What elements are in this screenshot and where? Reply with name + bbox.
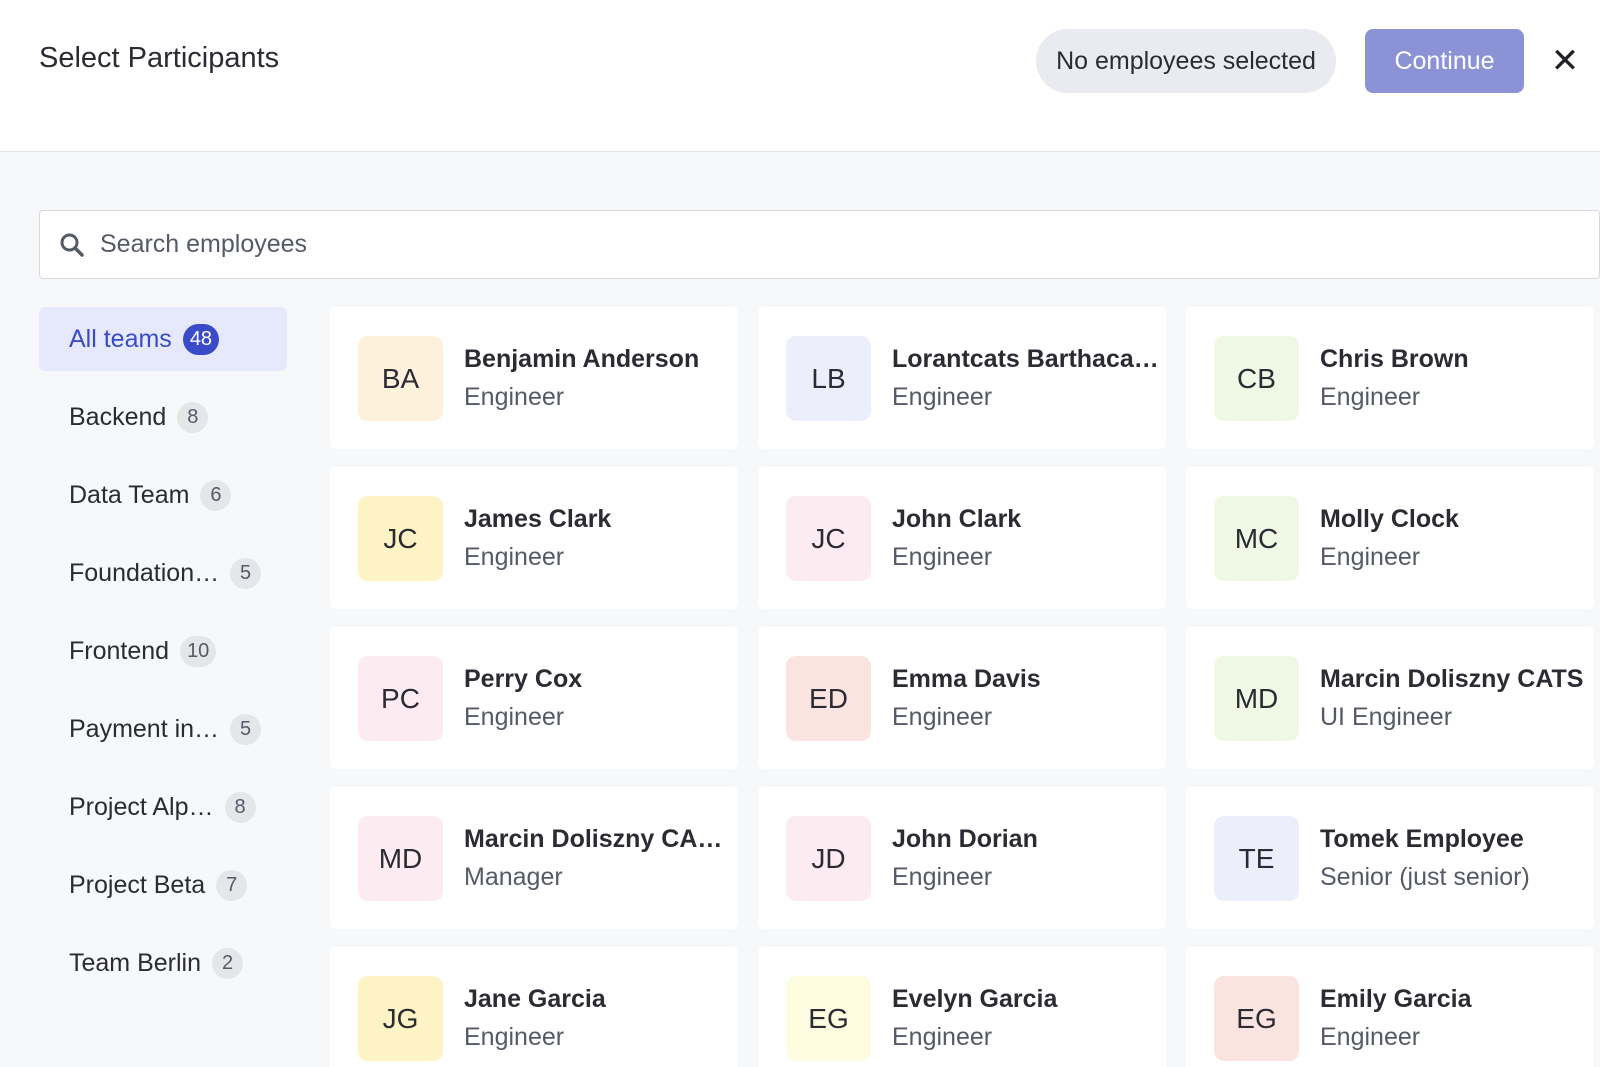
team-count-badge: 7 <box>216 869 248 901</box>
employee-card[interactable]: JD John Dorian Engineer <box>758 787 1166 929</box>
team-filter-label: All teams <box>69 324 172 353</box>
team-count-badge: 6 <box>200 479 232 511</box>
employee-card[interactable]: JG Jane Garcia Engineer <box>330 947 738 1067</box>
team-count-badge: 8 <box>224 791 256 823</box>
employee-name: John Clark <box>892 505 1022 533</box>
employee-name: Benjamin Anderson <box>464 345 700 373</box>
employee-name: Emily Garcia <box>1320 985 1472 1013</box>
team-count-badge: 5 <box>230 713 262 745</box>
team-filter-item[interactable]: All teams 48 <box>39 307 287 371</box>
team-count-badge: 10 <box>180 635 217 667</box>
employee-card[interactable]: BA Benjamin Anderson Engineer <box>330 307 738 449</box>
team-filter-item[interactable]: Team Berlin 2 <box>39 931 287 995</box>
employee-name: Emma Davis <box>892 665 1041 693</box>
team-filter-label: Payment in… <box>69 714 220 743</box>
team-filter-label: Project Beta <box>69 870 206 899</box>
employee-role: Engineer <box>892 1023 993 1051</box>
employee-card[interactable]: JC James Clark Engineer <box>330 467 738 609</box>
avatar: EG <box>1214 976 1299 1061</box>
employee-card[interactable]: MC Molly Clock Engineer <box>1186 467 1594 609</box>
employee-role: Manager <box>464 863 563 891</box>
employee-card[interactable]: ED Emma Davis Engineer <box>758 627 1166 769</box>
avatar: ED <box>786 656 871 741</box>
continue-button[interactable]: Continue <box>1365 29 1524 93</box>
employee-name: Perry Cox <box>464 665 583 693</box>
avatar: JC <box>358 496 443 581</box>
team-filter-item[interactable]: Data Team 6 <box>39 463 287 527</box>
team-filter-list: All teams 48 Backend 8 Data Team 6 Foundation…… <box>39 307 287 1009</box>
selection-status-badge: No employees selected <box>1036 29 1336 93</box>
employee-role: Senior (just senior) <box>1320 863 1530 891</box>
employee-name: Tomek Employee <box>1320 825 1524 853</box>
employee-card[interactable]: PC Perry Cox Engineer <box>330 627 738 769</box>
team-filter-label: Frontend <box>69 636 170 665</box>
employee-role: Engineer <box>892 383 993 411</box>
employee-card[interactable]: MD Marcin Doliszny CA… Manager <box>330 787 738 929</box>
team-filter-item[interactable]: Frontend 10 <box>39 619 287 683</box>
avatar: PC <box>358 656 443 741</box>
employee-name: Marcin Doliszny CA… <box>464 825 723 853</box>
employee-role: UI Engineer <box>1320 703 1453 731</box>
employee-card[interactable]: CB Chris Brown Engineer <box>1186 307 1594 449</box>
employee-card[interactable]: MD Marcin Doliszny CATS UI Engineer <box>1186 627 1594 769</box>
avatar: MD <box>358 816 443 901</box>
modal-header: Select Participants No employees selecte… <box>0 0 1600 152</box>
team-count-badge: 48 <box>182 323 220 355</box>
employee-card[interactable]: EG Emily Garcia Engineer <box>1186 947 1594 1067</box>
team-filter-item[interactable]: Project Beta 7 <box>39 853 287 917</box>
avatar: EG <box>786 976 871 1061</box>
employee-role: Engineer <box>892 703 993 731</box>
employee-name: Marcin Doliszny CATS <box>1320 665 1584 693</box>
avatar: JC <box>786 496 871 581</box>
team-filter-label: Backend <box>69 402 167 431</box>
team-filter-item[interactable]: Project Alp… 8 <box>39 775 287 839</box>
team-filter-label: Foundation… <box>69 558 220 587</box>
employee-role: Engineer <box>1320 383 1421 411</box>
employee-role: Engineer <box>464 703 565 731</box>
avatar: MD <box>1214 656 1299 741</box>
avatar: CB <box>1214 336 1299 421</box>
team-filter-label: Data Team <box>69 480 190 509</box>
employee-role: Engineer <box>1320 543 1421 571</box>
page-title: Select Participants <box>39 42 280 74</box>
employee-name: Molly Clock <box>1320 505 1459 533</box>
close-icon[interactable]: ✕ <box>1548 44 1582 78</box>
avatar: JD <box>786 816 871 901</box>
team-filter-item[interactable]: Foundation… 5 <box>39 541 287 605</box>
search-placeholder: Search employees <box>100 230 308 258</box>
employee-name: Chris Brown <box>1320 345 1469 373</box>
employee-grid: BA Benjamin Anderson Engineer LB Lorantcats … <box>330 307 1600 1067</box>
team-count-badge: 5 <box>230 557 262 589</box>
search-input[interactable]: Search employees <box>39 210 1600 279</box>
employee-name: James Clark <box>464 505 612 533</box>
employee-role: Engineer <box>464 1023 565 1051</box>
employee-role: Engineer <box>464 543 565 571</box>
avatar: JG <box>358 976 443 1061</box>
team-count-badge: 8 <box>177 401 209 433</box>
avatar: TE <box>1214 816 1299 901</box>
employee-role: Engineer <box>1320 1023 1421 1051</box>
team-filter-item[interactable]: Payment in… 5 <box>39 697 287 761</box>
employee-name: Jane Garcia <box>464 985 606 1013</box>
employee-name: Lorantcats Barthaca… <box>892 345 1159 373</box>
employee-name: John Dorian <box>892 825 1038 853</box>
employee-card[interactable]: TE Tomek Employee Senior (just senior) <box>1186 787 1594 929</box>
avatar: BA <box>358 336 443 421</box>
team-filter-item[interactable]: Backend 8 <box>39 385 287 449</box>
employee-role: Engineer <box>892 863 993 891</box>
team-filter-label: Project Alp… <box>69 792 214 821</box>
team-count-badge: 2 <box>212 947 243 979</box>
employee-card[interactable]: LB Lorantcats Barthaca… Engineer <box>758 307 1166 449</box>
employee-role: Engineer <box>464 383 565 411</box>
avatar: MC <box>1214 496 1299 581</box>
employee-card[interactable]: EG Evelyn Garcia Engineer <box>758 947 1166 1067</box>
employee-name: Evelyn Garcia <box>892 985 1058 1013</box>
search-icon <box>60 233 84 257</box>
employee-card[interactable]: JC John Clark Engineer <box>758 467 1166 609</box>
avatar: LB <box>786 336 871 421</box>
employee-role: Engineer <box>892 543 993 571</box>
team-filter-label: Team Berlin <box>69 948 201 977</box>
